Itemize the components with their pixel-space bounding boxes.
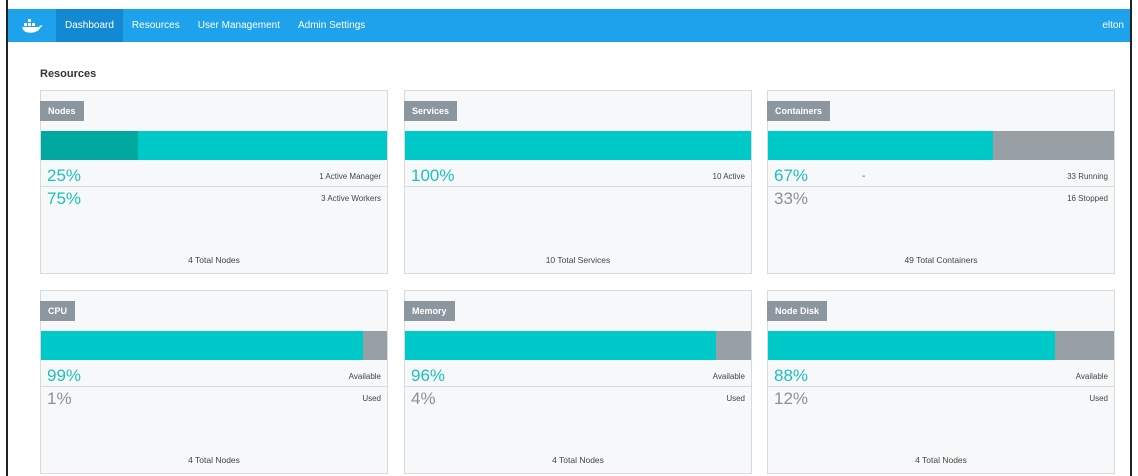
stat-percent: 99% xyxy=(47,366,82,385)
usage-bar xyxy=(768,131,1114,160)
app-frame: Dashboard Resources User Management Admi… xyxy=(6,0,1132,476)
stat-row: 33% 16 Stopped xyxy=(768,188,1114,209)
stat-row: 12% Used xyxy=(768,388,1114,409)
stat-label: 1 Active Manager xyxy=(319,171,381,181)
card-node-disk: Node Disk 88% Available 12% Used 4 Total Node… xyxy=(767,290,1115,474)
nav-resources[interactable]: Resources xyxy=(123,9,189,42)
top-nav-bar: Dashboard Resources User Management Admi… xyxy=(8,9,1130,42)
stat-percent: 25% xyxy=(47,166,82,185)
stat-percent: 1% xyxy=(47,388,72,408)
usage-bar-fill xyxy=(405,131,751,160)
stat-percent: 100% xyxy=(411,166,455,185)
nav-dashboard[interactable]: Dashboard xyxy=(56,9,123,42)
stat-percent: 75% xyxy=(47,188,82,208)
stat-row: 100% 10 Active xyxy=(405,166,751,187)
stat-row: 67% 33 Running xyxy=(768,166,1114,187)
stat-label: 33 Running xyxy=(1067,171,1108,181)
card-memory: Memory 96% Available 4% Used 4 Total Nodes xyxy=(404,290,752,474)
stat-label: Used xyxy=(726,394,745,403)
card-services: Services 100% 10 Active 10 Total Services xyxy=(404,90,752,274)
usage-bar xyxy=(41,331,387,360)
usage-bar xyxy=(405,331,751,360)
nav-admin-settings[interactable]: Admin Settings xyxy=(289,9,374,42)
stat-row: 88% Available xyxy=(768,366,1114,387)
nav-user-management[interactable]: User Management xyxy=(189,9,289,42)
user-menu[interactable]: elton xyxy=(1102,20,1124,31)
stat-row: 99% Available xyxy=(41,366,387,387)
card-cpu: CPU 99% Available 1% Used 4 Total Nodes xyxy=(40,290,388,474)
card-tag: Memory xyxy=(404,301,455,321)
usage-bar xyxy=(41,131,387,160)
stat-label: 3 Active Workers xyxy=(321,194,381,203)
stat-label: 10 Active xyxy=(712,171,745,181)
stat-percent: 96% xyxy=(411,366,446,385)
stat-percent: 33% xyxy=(774,188,809,208)
stat-row: 96% Available xyxy=(405,366,751,387)
card-total: 4 Total Nodes xyxy=(188,455,240,465)
card-tag: Nodes xyxy=(40,101,84,121)
docker-whale-icon[interactable] xyxy=(8,9,56,42)
usage-bar xyxy=(405,131,751,160)
status-mark: - xyxy=(862,171,866,182)
card-total: 4 Total Nodes xyxy=(915,455,967,465)
usage-bar-segment xyxy=(41,131,138,160)
stat-percent: 67% xyxy=(774,166,809,185)
usage-bar-fill xyxy=(768,331,1056,360)
section-title: Resources xyxy=(40,68,97,80)
card-tag: Node Disk xyxy=(767,301,828,321)
card-total: 4 Total Nodes xyxy=(188,255,240,265)
card-tag: CPU xyxy=(40,301,76,321)
card-total: 49 Total Containers xyxy=(904,255,978,265)
stat-label: 16 Stopped xyxy=(1067,194,1108,203)
usage-bar-fill xyxy=(41,331,363,360)
card-total: 4 Total Nodes xyxy=(552,455,604,465)
stat-row: 4% Used xyxy=(405,388,751,409)
usage-bar xyxy=(768,331,1114,360)
card-tag: Containers xyxy=(767,101,831,121)
card-tag: Services xyxy=(404,101,458,121)
stat-row xyxy=(405,188,751,209)
stat-label: Used xyxy=(1089,394,1108,403)
stat-row: 1% Used xyxy=(41,388,387,409)
stat-percent: 12% xyxy=(774,388,809,408)
stat-label: Available xyxy=(348,371,381,381)
card-containers: Containers 67% 33 Running 33% 16 Stopped - 49 … xyxy=(767,90,1115,274)
card-total: 10 Total Services xyxy=(545,255,611,265)
stat-row: 75% 3 Active Workers xyxy=(41,188,387,209)
stat-percent: 88% xyxy=(774,366,809,385)
stat-row: 25% 1 Active Manager xyxy=(41,166,387,187)
stat-label: Available xyxy=(712,371,745,381)
stat-percent: 4% xyxy=(411,388,436,408)
usage-bar-fill xyxy=(768,131,993,160)
stat-label: Used xyxy=(362,394,381,403)
usage-bar-fill xyxy=(405,331,717,360)
stat-label: Available xyxy=(1075,371,1108,381)
card-nodes: Nodes 25% 1 Active Manager 75% 3 Active Work… xyxy=(40,90,388,274)
